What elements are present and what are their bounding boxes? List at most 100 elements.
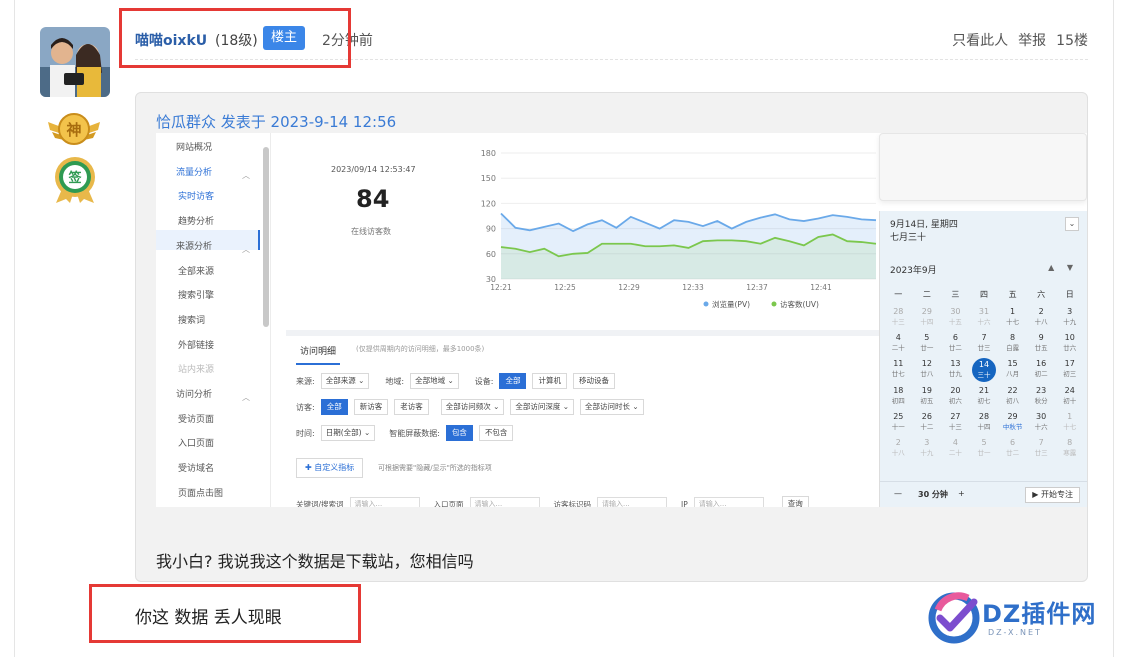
- sidebar-item[interactable]: 访问分析: [162, 386, 212, 404]
- calendar-day[interactable]: 2 十八: [884, 438, 913, 460]
- day-number: 21: [978, 386, 990, 395]
- medal-shen-icon[interactable]: 神: [46, 110, 102, 148]
- next-month-icon[interactable]: ▼: [1067, 263, 1073, 272]
- source-select[interactable]: 全部来源 ⌄: [320, 373, 370, 389]
- prev-month-icon[interactable]: ▲: [1048, 263, 1054, 272]
- calendar-day[interactable]: 29 十四: [913, 307, 942, 329]
- sidebar-item[interactable]: 搜索词: [178, 312, 205, 330]
- calendar-day[interactable]: 27 十三: [941, 412, 970, 434]
- medal-qian-icon[interactable]: 签: [52, 155, 98, 205]
- keyword-input[interactable]: 请输入...: [349, 497, 420, 507]
- calendar-month[interactable]: 2023年9月: [890, 263, 937, 276]
- tab-visit-details[interactable]: 访问明细: [296, 338, 341, 365]
- calendar-day[interactable]: 9 廿五: [1027, 333, 1056, 355]
- calendar-day[interactable]: 1 十七: [998, 307, 1027, 329]
- sidebar-item[interactable]: 外部链接: [178, 337, 214, 355]
- calendar-day[interactable]: 16 初二: [1027, 359, 1056, 381]
- calendar-day-today[interactable]: 14 三十: [971, 358, 996, 382]
- sidebar-item[interactable]: 流量分析: [162, 164, 212, 182]
- collapse-chevron-icon[interactable]: ⌄: [1065, 217, 1079, 231]
- device-option-computer[interactable]: 计算机: [532, 373, 567, 389]
- lunar-label: 十三: [891, 318, 905, 326]
- sidebar-item[interactable]: 网站概况: [162, 139, 212, 157]
- calendar-day[interactable]: 6 廿二: [941, 333, 970, 355]
- sidebar-item[interactable]: 实时访客: [178, 188, 214, 206]
- ip-input[interactable]: 请输入...: [693, 497, 764, 507]
- calendar-day[interactable]: 10 廿六: [1055, 333, 1084, 355]
- calendar-day[interactable]: 11 廿七: [884, 359, 913, 381]
- visitor-option-old[interactable]: 老访客: [394, 399, 429, 415]
- calendar-day[interactable]: 1 十七: [1055, 412, 1084, 434]
- calendar-day[interactable]: 19 初五: [913, 386, 942, 408]
- calendar-day[interactable]: 2 十八: [1027, 307, 1056, 329]
- sidebar-item[interactable]: 受访域名: [178, 460, 214, 478]
- visitor-id-input[interactable]: 请输入...: [597, 497, 668, 507]
- depth-select[interactable]: 全部访问深度 ⌄: [510, 399, 575, 415]
- quote-header[interactable]: 恰瓜群众 发表于 2023-9-14 12:56: [156, 111, 396, 132]
- device-option-mobile[interactable]: 移动设备: [572, 373, 615, 389]
- smart-option-exclude[interactable]: 不包含: [478, 425, 514, 441]
- sidebar-item[interactable]: 受访页面: [178, 411, 214, 429]
- smart-option-include[interactable]: 包含: [445, 425, 473, 441]
- calendar-day[interactable]: 26 十二: [913, 412, 942, 434]
- report-link[interactable]: 举报: [1018, 30, 1046, 50]
- calendar-day[interactable]: 4 二十: [941, 438, 970, 460]
- calendar-day[interactable]: 3 十九: [913, 438, 942, 460]
- sidebar-item[interactable]: 来源分析: [162, 238, 212, 256]
- calendar-day[interactable]: 31 十六: [970, 307, 999, 329]
- calendar-day[interactable]: 15 八月: [998, 359, 1027, 381]
- calendar-day[interactable]: 8 寒露: [1055, 438, 1084, 460]
- focus-increase-button[interactable]: +: [958, 489, 965, 498]
- sidebar-item[interactable]: 页面点击图: [178, 485, 223, 503]
- embedded-screenshot[interactable]: 网站概况 流量分析 实时访客 趋势分析 来源分析 全部来源 搜索引擎 搜索词 外部链接 站内来源访…: [156, 133, 1087, 507]
- calendar-day[interactable]: 6 廿二: [998, 438, 1027, 460]
- calendar-day[interactable]: 4 二十: [884, 333, 913, 355]
- region-select[interactable]: 全部地域 ⌄: [410, 373, 459, 389]
- device-option-all[interactable]: 全部: [499, 373, 527, 389]
- calendar-day[interactable]: 24 初十: [1055, 386, 1084, 408]
- start-focus-button[interactable]: ▶ 开始专注: [1025, 487, 1080, 503]
- avatar[interactable]: [40, 27, 110, 97]
- calendar-day[interactable]: 30 十五: [941, 307, 970, 329]
- visitor-option-new[interactable]: 新访客: [353, 399, 389, 415]
- entry-page-input[interactable]: 请输入...: [469, 497, 540, 507]
- sidebar-item[interactable]: 趋势分析: [178, 213, 214, 231]
- sidebar-item[interactable]: 全部来源: [178, 263, 214, 281]
- day-number: 4: [952, 438, 958, 447]
- calendar-day[interactable]: 17 初三: [1055, 359, 1084, 381]
- calendar-day[interactable]: 18 初四: [884, 386, 913, 408]
- sidebar-item[interactable]: 搜索引擎: [178, 287, 214, 305]
- visitor-option-all[interactable]: 全部: [320, 399, 348, 415]
- focus-decrease-button[interactable]: —: [894, 489, 902, 498]
- time-select[interactable]: 日期(全部) ⌄: [320, 425, 376, 441]
- calendar-day[interactable]: 8 白露: [998, 333, 1027, 355]
- calendar-day[interactable]: 12 廿八: [913, 359, 942, 381]
- frequency-select[interactable]: 全部访问频次 ⌄: [440, 399, 505, 415]
- calendar-day[interactable]: 23 秋分: [1027, 386, 1056, 408]
- calendar-day[interactable]: 28 十三: [884, 307, 913, 329]
- calendar-day[interactable]: 22 初八: [998, 386, 1027, 408]
- calendar-day[interactable]: 13 廿九: [941, 359, 970, 381]
- sidebar-item[interactable]: 站内来源: [178, 361, 214, 379]
- calendar-day[interactable]: 7 廿三: [1027, 438, 1056, 460]
- custom-metrics-button[interactable]: ✚ 自定义指标: [296, 458, 364, 478]
- only-author-link[interactable]: 只看此人: [952, 30, 1008, 50]
- duration-select[interactable]: 全部访问时长 ⌄: [580, 399, 644, 415]
- query-button[interactable]: 查询: [781, 496, 809, 507]
- calendar-day[interactable]: 5 廿一: [970, 438, 999, 460]
- calendar-day[interactable]: 7 廿三: [970, 333, 999, 355]
- calendar-day[interactable]: 25 十一: [884, 412, 913, 434]
- calendar-day[interactable]: 30 十六: [1027, 412, 1056, 434]
- calendar-day[interactable]: 28 十四: [970, 412, 999, 434]
- sidebar-scrollbar[interactable]: [263, 147, 269, 327]
- legend-label: 浏览量(PV): [712, 299, 750, 309]
- calendar-date-heading[interactable]: 9月14日, 星期四 七月三十: [890, 219, 958, 245]
- calendar-day[interactable]: 20 初六: [941, 386, 970, 408]
- calendar-day[interactable]: 29 中秋节: [998, 412, 1027, 434]
- calendar-day[interactable]: 5 廿一: [913, 333, 942, 355]
- lunar-label: 初七: [977, 397, 991, 405]
- calendar-day[interactable]: 3 十九: [1055, 307, 1084, 329]
- floor-number[interactable]: 15楼: [1056, 30, 1088, 50]
- calendar-day[interactable]: 21 初七: [970, 386, 999, 408]
- sidebar-item[interactable]: 入口页面: [178, 435, 214, 453]
